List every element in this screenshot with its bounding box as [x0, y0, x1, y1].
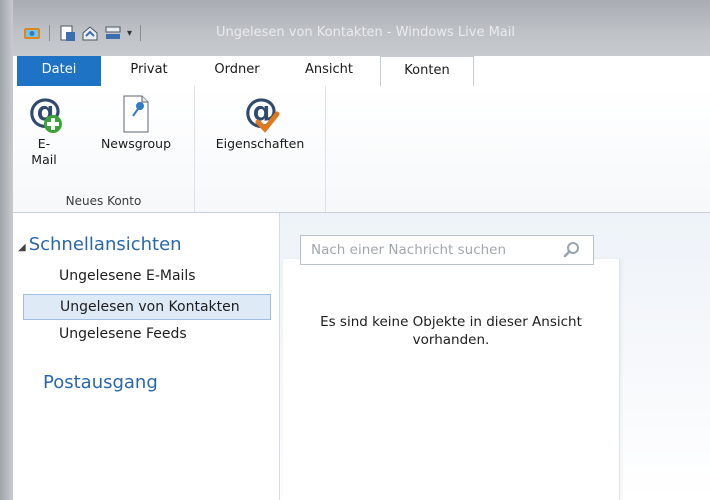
title-bar: ▾ Ungelesen von Kontakten - Windows Live… — [13, 0, 710, 56]
collapse-triangle-icon[interactable]: ◢ — [18, 242, 26, 253]
empty-view-message: Es sind keine Objekte in dieser Ansicht … — [283, 313, 619, 349]
window-title: Ungelesen von Kontakten - Windows Live M… — [216, 25, 515, 40]
ribbon-group-neues-konto: @ E- Mail Newsgroup Neues Konto — [13, 86, 195, 212]
email-label-line1: E- — [37, 136, 51, 151]
nav-item-outbox[interactable]: Postausgang — [43, 372, 158, 393]
message-list — [283, 259, 620, 500]
group-label-neues-konto: Neues Konto — [65, 194, 142, 208]
nav-item-unread-from-contacts[interactable]: Ungelesen von Kontakten — [23, 294, 271, 320]
quick-views-label: Schnellansichten — [28, 234, 182, 255]
navigation-pane: ◢ Schnellansichten Ungelesene E-Mails Ung… — [13, 213, 280, 500]
email-label-line2: Mail — [31, 152, 57, 167]
send-receive-icon[interactable] — [104, 24, 122, 42]
properties-button[interactable]: @ Eigenschaften — [200, 91, 320, 152]
ribbon-tabs: Datei Privat Ordner Ansicht Konten — [13, 56, 710, 87]
window-frame-left — [0, 0, 13, 500]
email-account-button[interactable]: @ E- Mail — [21, 91, 67, 168]
customize-toolbar-arrow-icon[interactable]: ▾ — [127, 28, 132, 39]
ribbon: @ E- Mail Newsgroup Neues Konto @ Eigens… — [13, 86, 710, 213]
tab-datei[interactable]: Datei — [17, 56, 101, 86]
search-box[interactable]: Nach einer Nachricht suchen — [300, 235, 594, 265]
quick-views-header[interactable]: ◢ Schnellansichten — [18, 234, 182, 255]
newsgroup-label: Newsgroup — [100, 136, 172, 151]
toolbar-separator — [49, 25, 50, 41]
toolbar-separator — [140, 25, 142, 41]
properties-label: Eigenschaften — [215, 136, 305, 151]
tab-privat[interactable]: Privat — [111, 56, 187, 86]
ribbon-group-properties: @ Eigenschaften — [194, 86, 326, 212]
tab-ordner[interactable]: Ordner — [197, 56, 277, 86]
reply-icon[interactable] — [81, 24, 99, 42]
email-at-add-icon: @ — [21, 91, 67, 136]
search-icon[interactable] — [563, 241, 581, 259]
nav-item-unread-feeds[interactable]: Ungelesene Feeds — [23, 322, 271, 348]
tab-ansicht[interactable]: Ansicht — [287, 56, 371, 86]
message-area: Nach einer Nachricht suchen Es sind kein… — [280, 213, 710, 500]
windows-live-mail-app-icon[interactable] — [23, 24, 41, 42]
new-item-icon[interactable] — [58, 24, 76, 42]
empty-view-message-line1: Es sind keine Objekte in dieser Ansicht — [320, 314, 582, 330]
quick-access-toolbar: ▾ — [23, 24, 144, 42]
empty-view-message-line2: vorhanden. — [412, 332, 490, 348]
newsgroup-icon — [87, 92, 185, 136]
nav-item-unread-emails[interactable]: Ungelesene E-Mails — [23, 264, 271, 290]
newsgroup-button[interactable]: Newsgroup — [87, 92, 185, 152]
email-properties-icon: @ — [200, 91, 320, 136]
tab-konten[interactable]: Konten — [380, 56, 474, 87]
search-input[interactable]: Nach einer Nachricht suchen — [311, 242, 506, 258]
